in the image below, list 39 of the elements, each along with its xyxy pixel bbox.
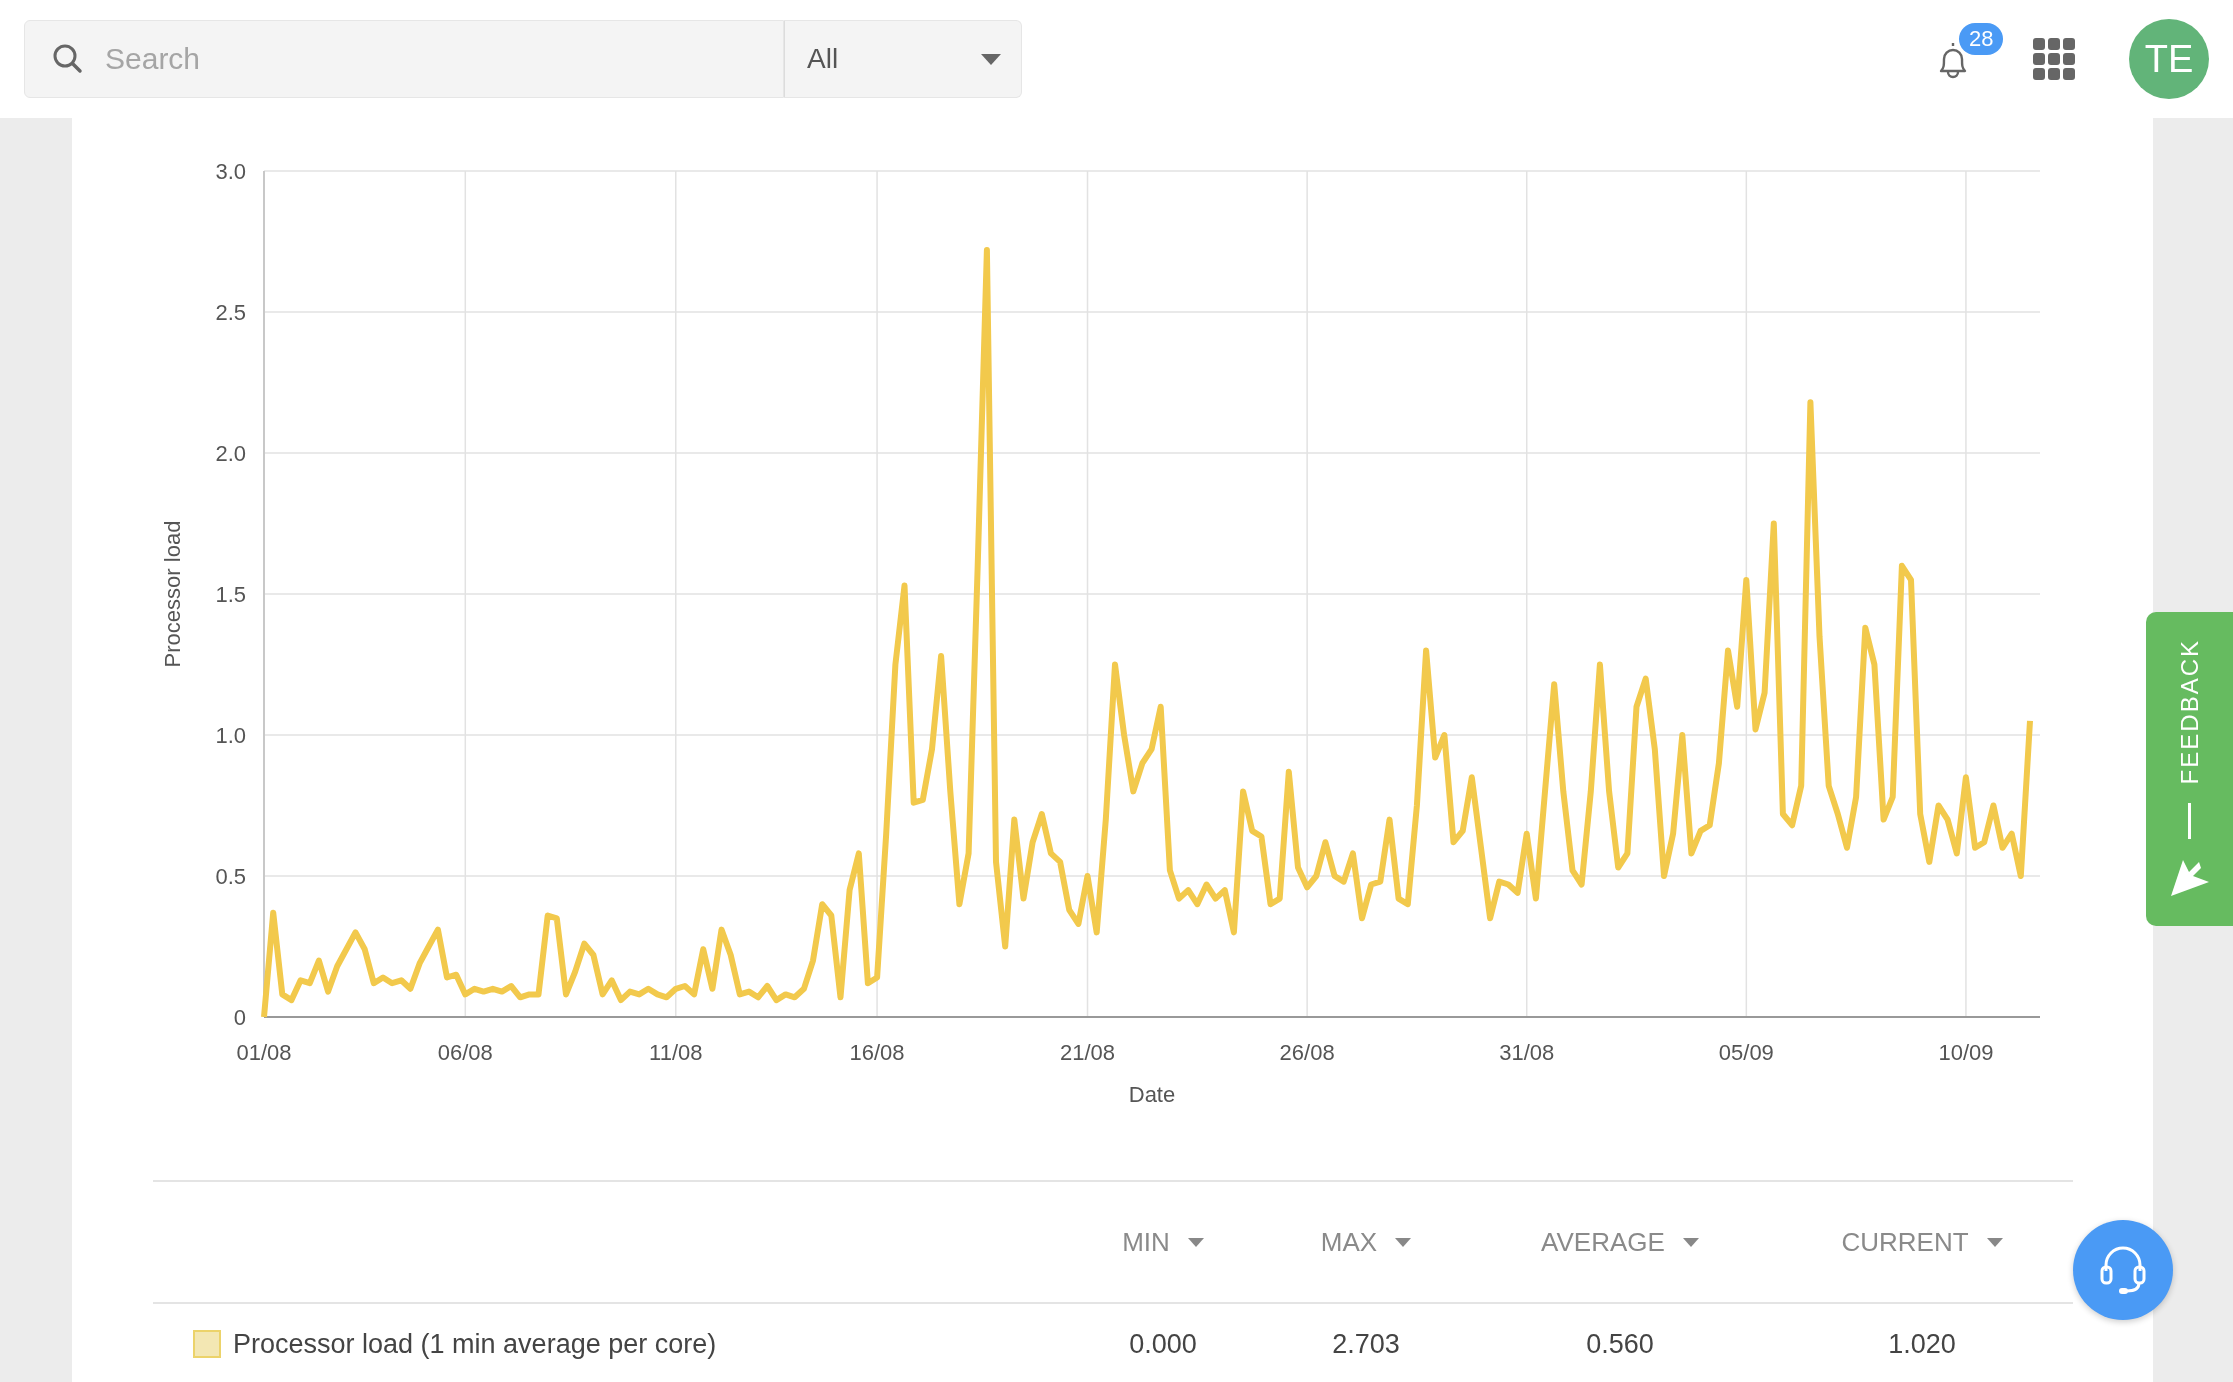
y-tick-label: 2.5 xyxy=(215,300,246,325)
apps-grid-icon[interactable] xyxy=(2033,38,2075,80)
y-tick-label: 1.5 xyxy=(215,582,246,607)
y-axis-title: Processor load xyxy=(160,520,185,668)
caret-icon xyxy=(1395,1237,1412,1247)
user-avatar[interactable]: TE xyxy=(2129,19,2209,99)
y-tick-label: 2.0 xyxy=(215,441,246,466)
scope-dropdown[interactable]: All xyxy=(784,20,1022,98)
column-sort-header[interactable]: MAX xyxy=(1320,1226,1412,1258)
stat-value: 0.000 xyxy=(1129,1328,1197,1360)
y-tick-label: 0 xyxy=(233,1005,246,1030)
x-tick-label: 26/08 xyxy=(1279,1040,1335,1065)
caret-icon xyxy=(1682,1237,1699,1247)
caret-icon xyxy=(1187,1237,1204,1247)
x-tick-label: 16/08 xyxy=(849,1040,905,1065)
feedback-tab[interactable]: FEEDBACK xyxy=(2146,612,2233,926)
search-icon xyxy=(52,43,84,75)
y-tick-label: 3.0 xyxy=(215,159,246,184)
x-tick-label: 11/08 xyxy=(649,1040,703,1065)
stat-value: 1.020 xyxy=(1888,1328,1956,1360)
x-axis-title: Date xyxy=(1128,1082,1176,1107)
x-tick-label: 01/08 xyxy=(236,1040,292,1065)
column-sort-header[interactable]: MIN xyxy=(1122,1226,1204,1258)
x-tick-label: 21/08 xyxy=(1060,1040,1116,1065)
column-sort-header[interactable]: AVERAGE xyxy=(1541,1226,1699,1258)
search-field[interactable]: Search xyxy=(24,20,784,98)
x-tick-label: 05/09 xyxy=(1718,1040,1774,1065)
caret-icon xyxy=(981,53,1001,65)
caret-icon xyxy=(1986,1237,2003,1247)
notification-badge: 28 xyxy=(1959,23,2004,55)
x-tick-label: 06/08 xyxy=(437,1040,493,1065)
series-name: Processor load (1 min average per core) xyxy=(233,1328,717,1360)
x-tick-label: 10/09 xyxy=(1938,1040,1994,1065)
stat-value: 2.703 xyxy=(1332,1328,1400,1360)
x-tick-label: 31/08 xyxy=(1499,1040,1555,1065)
column-sort-header[interactable]: CURRENT xyxy=(1841,1226,2003,1258)
y-tick-label: 0.5 xyxy=(215,864,246,889)
stat-value: 0.560 xyxy=(1586,1328,1654,1360)
y-tick-label: 1.0 xyxy=(215,723,246,748)
